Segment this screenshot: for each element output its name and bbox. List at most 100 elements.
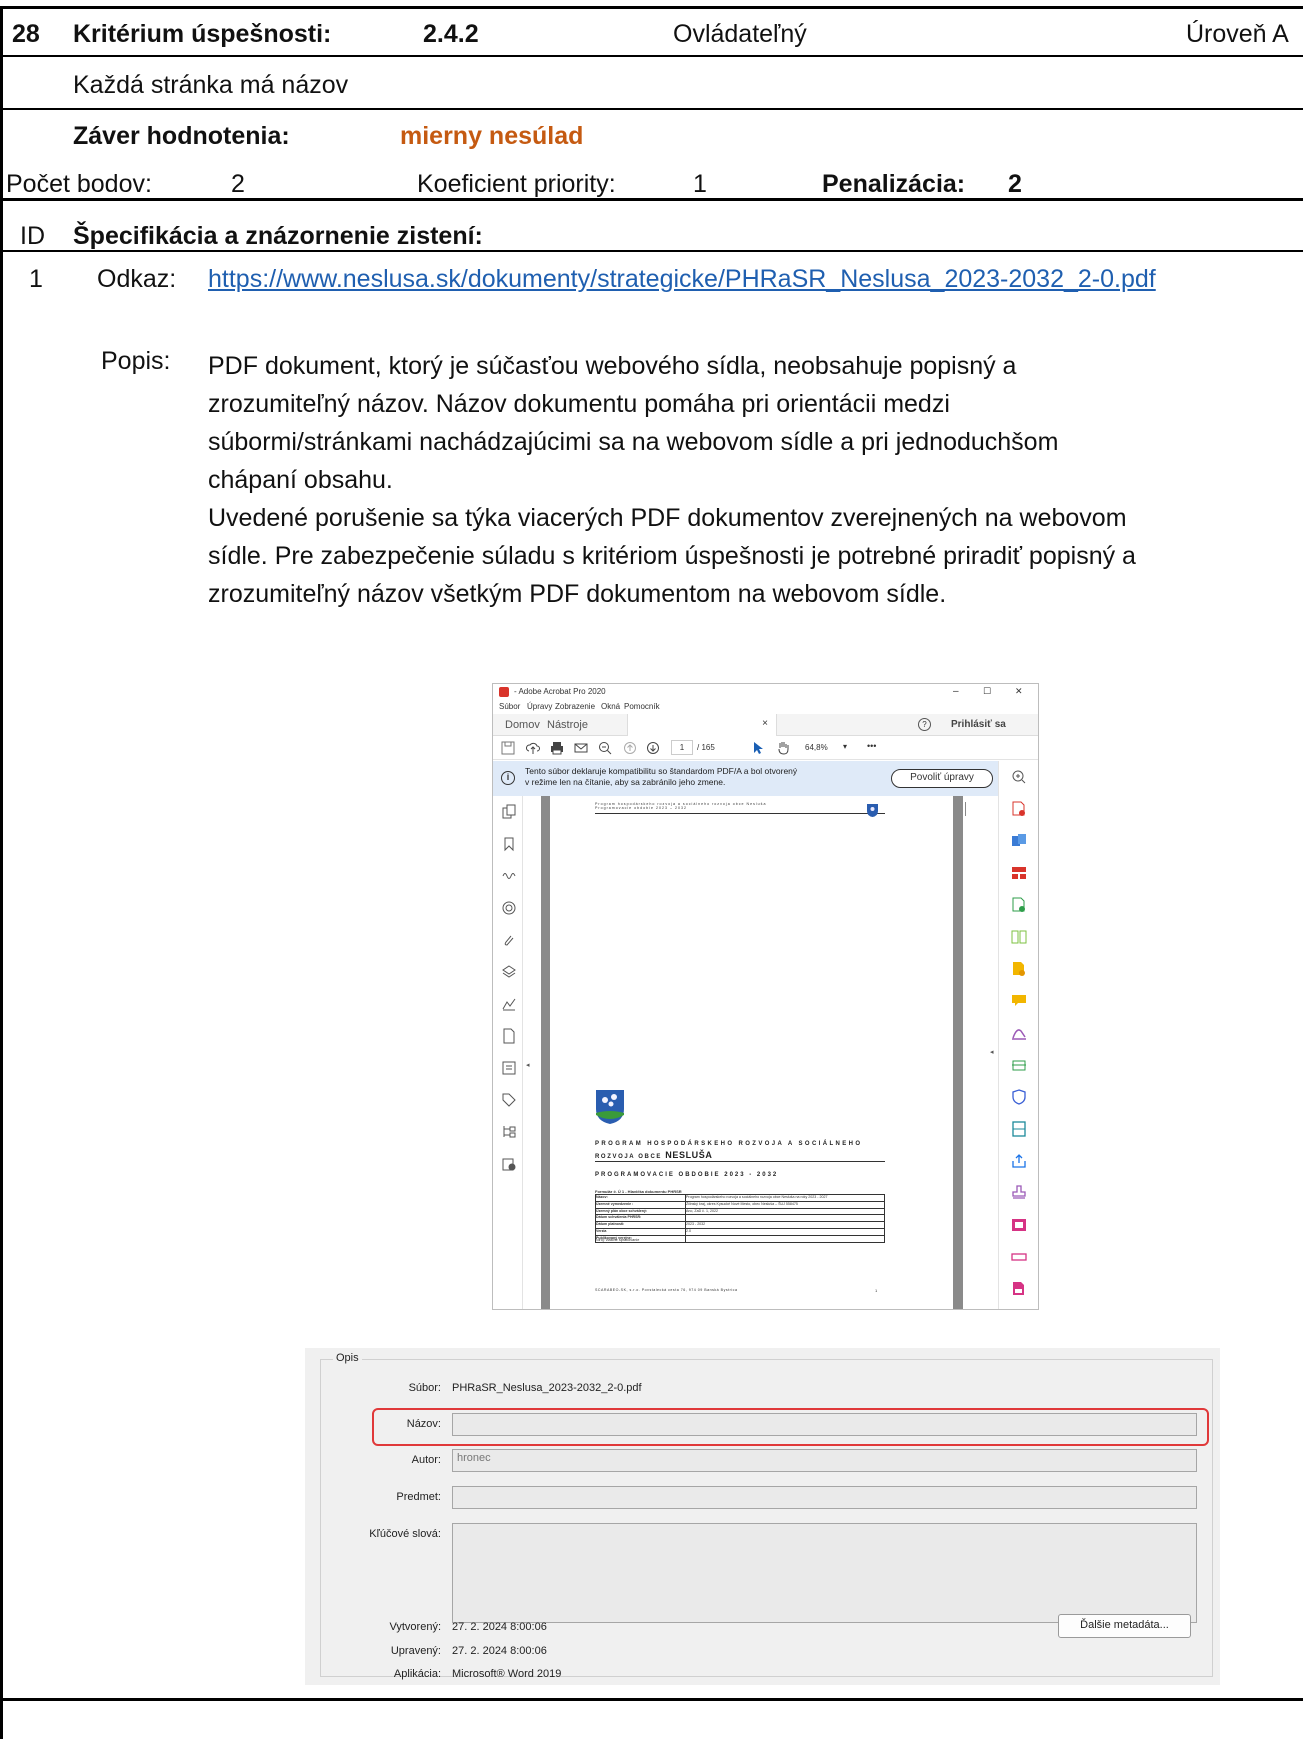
criterion-label: Kritérium úspešnosti: [73, 20, 332, 48]
menu-view[interactable]: Zobrazenie [555, 702, 595, 711]
left-navigation-rail: ◂ [493, 796, 530, 1309]
page-thumbnails-icon[interactable] [501, 804, 517, 820]
compare-files-icon[interactable] [1011, 1217, 1027, 1233]
report-sheet: 28 Kritérium úspešnosti: 2.4.2 Ovládateľ… [0, 0, 1303, 1739]
print-icon[interactable] [550, 741, 564, 755]
menu-help[interactable]: Pomocník [624, 702, 660, 711]
document-icon[interactable] [501, 1028, 517, 1044]
tab-document[interactable]: × [627, 714, 777, 736]
description-line: chápaní obsahu. [208, 466, 393, 494]
conclusion-label: Záver hodnotenia: [73, 122, 290, 150]
acrobat-screenshot: - Adobe Acrobat Pro 2020 – ☐ ✕ Súbor Úpr… [492, 683, 1039, 1310]
bookmark-icon[interactable] [501, 836, 517, 852]
pdf-form-label: Územné vymedzenie : [596, 1201, 686, 1208]
pdf-subtitle: PROGRAMOVACIE OBDOBIE 2023 - 2032 [595, 1172, 779, 1178]
protect-icon[interactable] [1011, 1089, 1027, 1105]
penalty-value: 2 [1008, 170, 1022, 198]
minimize-button[interactable]: – [953, 686, 959, 697]
top-border [0, 6, 1303, 9]
menu-bar: Súbor Úpravy Zobrazenie Okná Pomocník [493, 700, 1038, 714]
layers-target-icon[interactable] [501, 900, 517, 916]
more-tools-button[interactable]: ••• [867, 741, 876, 751]
edit-pdf-icon[interactable] [1011, 897, 1027, 913]
layers-icon[interactable] [501, 964, 517, 980]
group-title: Opis [333, 1352, 362, 1364]
menu-file[interactable]: Súbor [499, 702, 520, 711]
close-tab-icon[interactable]: × [762, 718, 768, 729]
bottom-divider [0, 1698, 1303, 1701]
close-window-button[interactable]: ✕ [1015, 686, 1023, 697]
stamp-icon[interactable] [1011, 1185, 1027, 1201]
send-for-comments-icon[interactable] [1011, 961, 1027, 977]
fill-and-sign-icon[interactable] [1011, 1025, 1027, 1041]
reading-order-icon[interactable] [501, 1060, 517, 1076]
file-value: PHRaSR_Neslusa_2023-2032_2-0.pdf [452, 1382, 642, 1394]
zoom-out-icon[interactable] [598, 741, 612, 755]
pdf-form-table: Názov: Program hospodárskeho rozvoja a so… [595, 1194, 885, 1243]
signin-link[interactable]: Prihlásiť sa [951, 719, 1006, 730]
attachment-path-icon[interactable] [501, 868, 517, 884]
zoom-in-icon[interactable] [1011, 769, 1027, 785]
author-field[interactable]: hronec [452, 1449, 1197, 1472]
create-pdf-icon[interactable] [1011, 801, 1027, 817]
title-highlight-box [372, 1408, 1209, 1446]
acrobat-toolbar: 1 / 165 64,8% ▾ ••• [493, 736, 1038, 760]
menu-edit[interactable]: Úpravy [527, 702, 552, 711]
tab-tools[interactable]: Nástroje [547, 719, 588, 731]
paperclip-icon[interactable] [501, 932, 517, 948]
info-message: Tento súbor deklaruje kompatibilitu so š… [525, 766, 797, 788]
tab-bar: Domov Nástroje × ? Prihlásiť sa [493, 714, 1038, 736]
combine-files-icon[interactable] [1011, 833, 1027, 849]
zoom-dropdown-icon[interactable]: ▾ [843, 742, 847, 751]
accessibility-check-icon[interactable] [501, 1156, 517, 1172]
description-line: sídle. Pre zabezpečenie súladu s kritéri… [208, 542, 1136, 570]
enable-editing-button[interactable]: Povoliť úpravy [891, 769, 993, 788]
page-total: / 165 [697, 743, 715, 752]
hand-tool-icon[interactable] [776, 740, 790, 755]
tag-icon[interactable] [501, 1092, 517, 1108]
tab-home[interactable]: Domov [505, 719, 540, 731]
save-icon[interactable] [501, 741, 515, 755]
menu-window[interactable]: Okná [601, 702, 620, 711]
page-number-input[interactable]: 1 [671, 740, 693, 755]
pdf-form-label: Verzia [596, 1228, 686, 1235]
viewer-scrollbar[interactable]: ◂ [963, 796, 999, 1309]
document-properties-screenshot: Opis Súbor: PHRaSR_Neslusa_2023-2032_2-0… [305, 1348, 1220, 1685]
next-page-icon[interactable] [646, 741, 660, 755]
penalty-label: Penalizácia: [822, 170, 966, 198]
created-value: 27. 2. 2024 8:00:06 [452, 1621, 547, 1633]
optimize-pdf-icon[interactable] [1011, 1121, 1027, 1137]
finding-link[interactable]: https://www.neslusa.sk/dokumenty/strateg… [208, 267, 1156, 292]
scrollbar-thumb[interactable] [965, 802, 966, 816]
share-icon[interactable] [1011, 1153, 1027, 1169]
info-icon: i [501, 771, 515, 785]
help-icon[interactable]: ? [918, 718, 931, 731]
export-pdf-icon[interactable] [1011, 929, 1027, 945]
pdf-form-row: Názov: Program hospodárskeho rozvoja a so… [596, 1195, 884, 1202]
maximize-button[interactable]: ☐ [983, 686, 991, 697]
organize-pages-icon[interactable] [1011, 865, 1027, 881]
criterion-number: 28 [12, 20, 40, 48]
email-icon[interactable] [574, 741, 588, 755]
collapse-left-panel-icon[interactable]: ◂ [526, 1061, 530, 1069]
collapse-right-panel-icon[interactable]: ◂ [990, 1048, 994, 1056]
pdf-form-label: Názov: [596, 1195, 686, 1201]
select-cursor-icon[interactable] [751, 741, 765, 755]
scan-ocr-icon[interactable] [1011, 1057, 1027, 1073]
pdf-title-line-2: ROZVOJA OBCE NESLUŠA [595, 1150, 712, 1160]
signature-icon[interactable] [501, 996, 517, 1012]
pdf-title-line: PROGRAM HOSPODÁRSKEHO ROZVOJA A SOCIÁLNE… [595, 1141, 863, 1147]
subject-field[interactable] [452, 1486, 1197, 1509]
redact-icon[interactable] [1011, 1249, 1027, 1265]
previous-page-icon[interactable] [623, 741, 637, 755]
pdf-form-row: Dátum schválenia PHRSR: [596, 1215, 884, 1223]
zoom-level[interactable]: 64,8% [805, 743, 828, 752]
print-production-icon[interactable] [1011, 1281, 1027, 1297]
more-metadata-button[interactable]: Ďalšie metadáta... [1058, 1614, 1191, 1638]
upload-cloud-icon[interactable] [526, 741, 540, 755]
content-tree-icon[interactable] [501, 1124, 517, 1140]
comment-icon[interactable] [1011, 993, 1027, 1009]
pdf-form-value: 2023 - 2032 [686, 1222, 706, 1227]
created-label: Vytvorený: [389, 1621, 441, 1633]
keywords-field[interactable] [452, 1523, 1197, 1623]
